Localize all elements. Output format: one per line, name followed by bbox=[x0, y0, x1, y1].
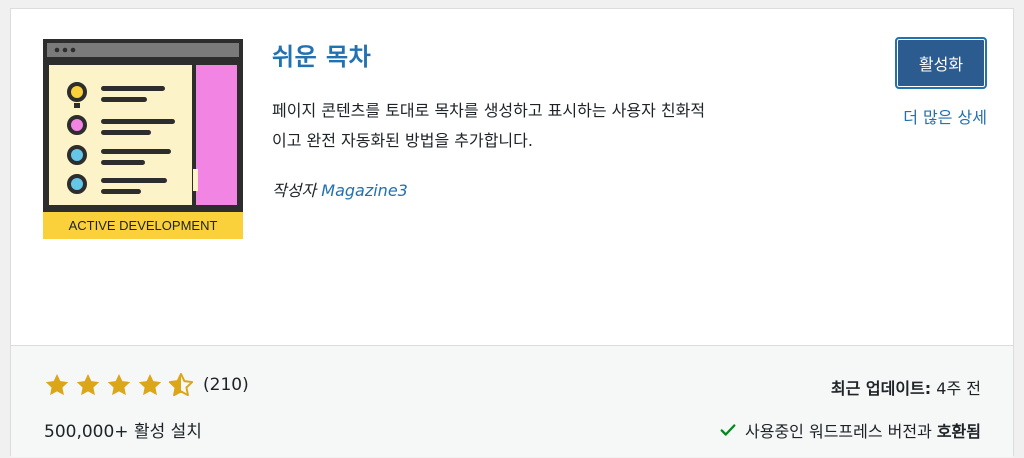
compat-text: 사용중인 워드프레스 버전과 bbox=[745, 422, 932, 441]
plugin-description-line-2: 이고 완전 자동화된 방법을 추가합니다. bbox=[272, 131, 533, 150]
plugin-name-link[interactable]: 쉬운 목차 bbox=[272, 37, 371, 72]
icon-banner-text: ACTIVE DEVELOPMENT bbox=[69, 218, 218, 233]
plugin-icon[interactable]: ACTIVE DEVELOPMENT bbox=[43, 39, 243, 239]
checkmark-icon bbox=[720, 424, 736, 436]
plugin-author: 작성자 Magazine3 bbox=[272, 177, 408, 201]
star-half-icon bbox=[168, 372, 194, 397]
star-full-icon bbox=[107, 373, 131, 396]
plugin-description-line-1: 페이지 콘텐츠를 토대로 목차를 생성하고 표시하는 사용자 친화적 bbox=[272, 101, 706, 120]
compat-status: 호환됨 bbox=[936, 422, 981, 441]
star-full-icon bbox=[76, 373, 100, 396]
plugin-card: ACTIVE DEVELOPMENT 쉬운 목차 페이지 콘텐츠를 토대로 목차… bbox=[10, 8, 1014, 457]
active-installs: 500,000+ 활성 설치 bbox=[44, 422, 202, 442]
last-updated-value: 4주 전 bbox=[936, 379, 981, 398]
last-updated: 최근 업데이트: 4주 전 bbox=[831, 375, 981, 399]
activate-button[interactable]: 활성화 bbox=[895, 37, 987, 89]
compatibility-status: 사용중인 워드프레스 버전과 호환됨 bbox=[719, 418, 981, 442]
star-full-icon bbox=[45, 373, 69, 396]
plugin-card-bottom: (210) 500,000+ 활성 설치 최근 업데이트: 4주 전 사용중인 … bbox=[11, 345, 1013, 457]
author-prefix: 작성자 bbox=[272, 181, 317, 200]
author-link[interactable]: Magazine3 bbox=[321, 181, 408, 200]
star-full-icon bbox=[138, 373, 162, 396]
last-updated-label: 최근 업데이트: bbox=[830, 379, 932, 398]
rating-count: (210) bbox=[203, 375, 249, 395]
star-rating: (210) bbox=[44, 372, 249, 398]
plugin-description: 페이지 콘텐츠를 토대로 목차를 생성하고 표시하는 사용자 친화적 이고 완전… bbox=[272, 96, 832, 156]
plugin-card-top: ACTIVE DEVELOPMENT 쉬운 목차 페이지 콘텐츠를 토대로 목차… bbox=[11, 9, 1013, 345]
more-details-link[interactable]: 더 많은 상세 bbox=[883, 104, 987, 128]
